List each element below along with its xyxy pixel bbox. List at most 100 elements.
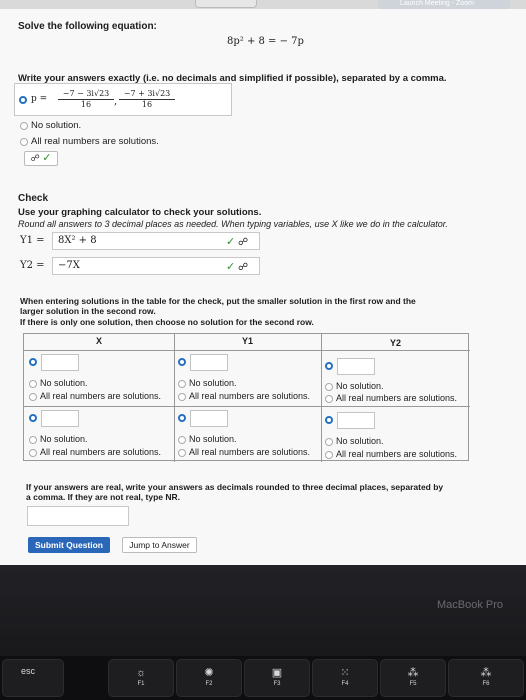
row1-y2-input[interactable] [337,358,375,375]
check-line-1: Use your graphing calculator to check yo… [18,207,262,218]
check-table: X Y1 Y2 No solution. All real numbers ar… [23,333,470,462]
f3-key[interactable]: ▣ F3 [244,659,310,697]
y2-icons: ✓ ☍ [226,260,248,273]
row2-y2-none-radio[interactable] [325,438,333,446]
row2-y1-radio[interactable] [178,414,186,422]
final-answer-input[interactable] [27,506,129,526]
retry-icon[interactable]: ☍ [238,237,248,248]
row1-y2-radio[interactable] [325,362,333,370]
f5-key-label: F5 [409,681,417,687]
y2-value: −7X [58,260,80,271]
equation: 8p² + 8 = − 7p [227,36,304,47]
table-divider [24,350,470,351]
launchpad-icon: ⁙ [340,667,350,679]
f1-key[interactable]: ☼ F1 [108,659,174,697]
esc-key-label: esc [21,666,36,676]
all-real-radio[interactable] [20,138,28,146]
no-solution-label: No solution. [31,120,82,131]
row1-x-all-label: All real numbers are solutions. [40,391,162,401]
row2-y1-input[interactable] [190,410,228,427]
row1-x-all-radio[interactable] [29,393,37,401]
row1-x-radio[interactable] [29,358,37,366]
f3-key-label: F3 [273,681,281,687]
jump-to-answer-button[interactable]: Jump to Answer [122,537,197,553]
table-divider [321,334,322,462]
table-divider [174,334,175,462]
y1-value: 8X² + 8 [58,235,97,246]
row1-y1-all-radio[interactable] [178,393,186,401]
answer-separator: , [114,96,118,107]
row2-y2-input[interactable] [337,412,375,429]
row1-y2-all-radio[interactable] [325,395,333,403]
row1-y1-radio[interactable] [178,358,186,366]
f4-key[interactable]: ⁙ F4 [312,659,378,697]
f1-key-label: F1 [137,681,145,687]
zoom-pill[interactable]: Launch Meeting - Zoom [378,0,510,9]
no-solution-radio[interactable] [20,122,28,130]
row1-x-input[interactable] [41,354,79,371]
header-x: X [96,336,103,346]
keyboard-light-down-icon: ⁂ [407,667,419,679]
browser-screen: Solve the following equation: 8p² + 8 = … [0,9,526,565]
answer-1-denominator: 16 [80,100,92,109]
checkmark-icon: ✓ [226,261,236,273]
y2-label: Y2 = [20,260,45,271]
f6-key-label: F6 [482,681,490,687]
top-bar-tab[interactable] [195,0,257,8]
y1-icons: ✓ ☍ [226,235,248,248]
check-heading: Check [18,193,49,204]
retry-check-button[interactable]: ☍ ✓ [24,151,58,166]
submit-question-button[interactable]: Submit Question [28,537,110,553]
table-instructions-1: When entering solutions in the table for… [20,296,416,306]
f4-key-label: F4 [341,681,349,687]
row1-y2-all-label: All real numbers are solutions. [336,393,458,403]
laptop-brand: MacBook Pro [437,599,504,611]
f2-key-label: F2 [205,681,213,687]
final-instructions-1: If your answers are real, write your ans… [26,482,444,492]
row2-y1-all-radio[interactable] [178,449,186,457]
row2-y1-none-label: No solution. [189,434,237,444]
esc-key[interactable]: esc [2,659,64,697]
f5-key[interactable]: ⁂ F5 [380,659,446,697]
f2-key[interactable]: ✺ F2 [176,659,242,697]
check-line-2: Round all answers to 3 decimal places as… [18,219,448,229]
brightness-down-icon: ☼ [135,667,147,679]
row2-y2-all-radio[interactable] [325,451,333,459]
row1-x-none-radio[interactable] [29,380,37,388]
table-instructions-3: If there is only one solution, then choo… [20,317,314,327]
row2-x-all-label: All real numbers are solutions. [40,447,162,457]
row2-y2-all-label: All real numbers are solutions. [336,449,458,459]
mission-control-icon: ▣ [271,667,283,679]
row2-y1-all-label: All real numbers are solutions. [189,447,311,457]
row2-y2-none-label: No solution. [336,436,384,446]
answer-box[interactable]: p = −7 − 3i√23 16 , −7 + 3i√23 16 [14,83,232,116]
checkmark-icon: ✓ [226,236,236,248]
row2-y2-radio[interactable] [325,416,333,424]
retry-icon: ☍ [30,153,40,163]
y1-label: Y1 = [20,235,45,246]
row2-y1-none-radio[interactable] [178,436,186,444]
checkmark-icon: ✓ [42,152,52,164]
answer-2-numerator: −7 + 3i√23 [119,89,175,100]
row2-x-none-label: No solution. [40,434,88,444]
top-bar: Launch Meeting - Zoom [0,0,526,9]
row2-x-input[interactable] [41,410,79,427]
retry-icon[interactable]: ☍ [238,262,248,273]
f6-key[interactable]: ⁂ F6 [448,659,524,697]
row1-y1-input[interactable] [190,354,228,371]
row1-y1-none-radio[interactable] [178,380,186,388]
row1-y2-none-label: No solution. [336,381,384,391]
row2-x-radio[interactable] [29,414,37,422]
answer-variable: p = [31,94,48,104]
row2-x-all-radio[interactable] [29,449,37,457]
table-instructions-2: larger solution in the second row. [20,306,156,316]
all-real-label: All real numbers are solutions. [31,136,159,147]
row1-x-none-label: No solution. [40,378,88,388]
final-instructions-2: a comma. If they are not real, type NR. [26,492,180,502]
answer-radio[interactable] [19,96,27,104]
keyboard-light-up-icon: ⁂ [480,667,492,679]
row1-y1-all-label: All real numbers are solutions. [189,391,311,401]
row1-y2-none-radio[interactable] [325,383,333,391]
answer-2-denominator: 16 [141,100,153,109]
row2-x-none-radio[interactable] [29,436,37,444]
